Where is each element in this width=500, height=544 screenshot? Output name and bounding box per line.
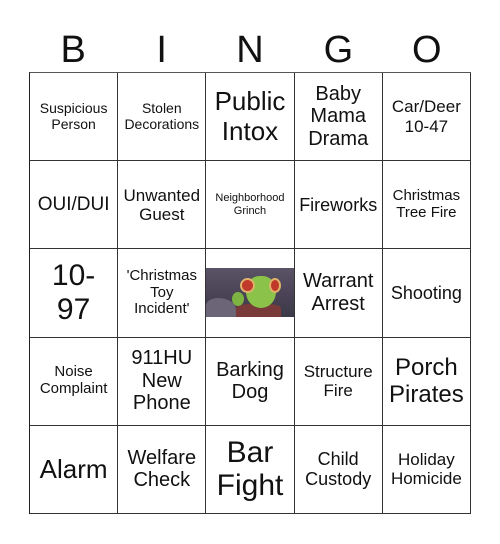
bingo-cell[interactable]: Bar Fight [206,425,295,514]
bingo-cell[interactable]: Public Intox [206,73,295,162]
bingo-cell[interactable]: Structure Fire [294,337,383,426]
bingo-cell[interactable]: Unwanted Guest [118,161,207,250]
bingo-cell[interactable]: 10- 97 [30,249,119,338]
bingo-grid: Suspicious Person Stolen Decorations Pub… [29,72,471,514]
bingo-cell[interactable]: Porch Pirates [382,337,471,426]
bingo-cell[interactable]: 'Christmas Toy Incident' [118,249,207,338]
bingo-cell[interactable]: Neighborhood Grinch [206,161,295,250]
bingo-cell[interactable]: Stolen Decorations [118,73,207,162]
header-letter-b: B [60,29,86,71]
bingo-cell[interactable]: Baby Mama Drama [294,73,383,162]
header-letter-i: I [156,29,167,71]
grinch-image [206,268,294,318]
bingo-cell[interactable]: Warrant Arrest [294,249,383,338]
bingo-cell[interactable]: Noise Complaint [30,337,119,426]
bingo-cell[interactable]: Shooting [382,249,471,338]
bingo-cell[interactable]: Suspicious Person [30,73,119,162]
bingo-cell[interactable]: Christmas Tree Fire [382,161,471,250]
bingo-cell[interactable]: Barking Dog [206,337,295,426]
bingo-cell[interactable]: OUI/DUI [30,161,119,250]
free-space-cell[interactable] [206,249,295,338]
header-letter-n: N [236,29,264,71]
header-letter-o: O [412,29,442,71]
header-letter-g: G [323,29,354,71]
bingo-cell[interactable]: 911HU New Phone [118,337,207,426]
bingo-cell[interactable]: Welfare Check [118,425,207,514]
bingo-cell[interactable]: Car/Deer 10-47 [382,73,471,162]
bingo-cell[interactable]: Child Custody [294,425,383,514]
bingo-header: B I N G O [29,28,471,72]
bingo-cell[interactable]: Fireworks [294,161,383,250]
bingo-cell[interactable]: Alarm [30,425,119,514]
bingo-cell[interactable]: Holiday Homicide [382,425,471,514]
